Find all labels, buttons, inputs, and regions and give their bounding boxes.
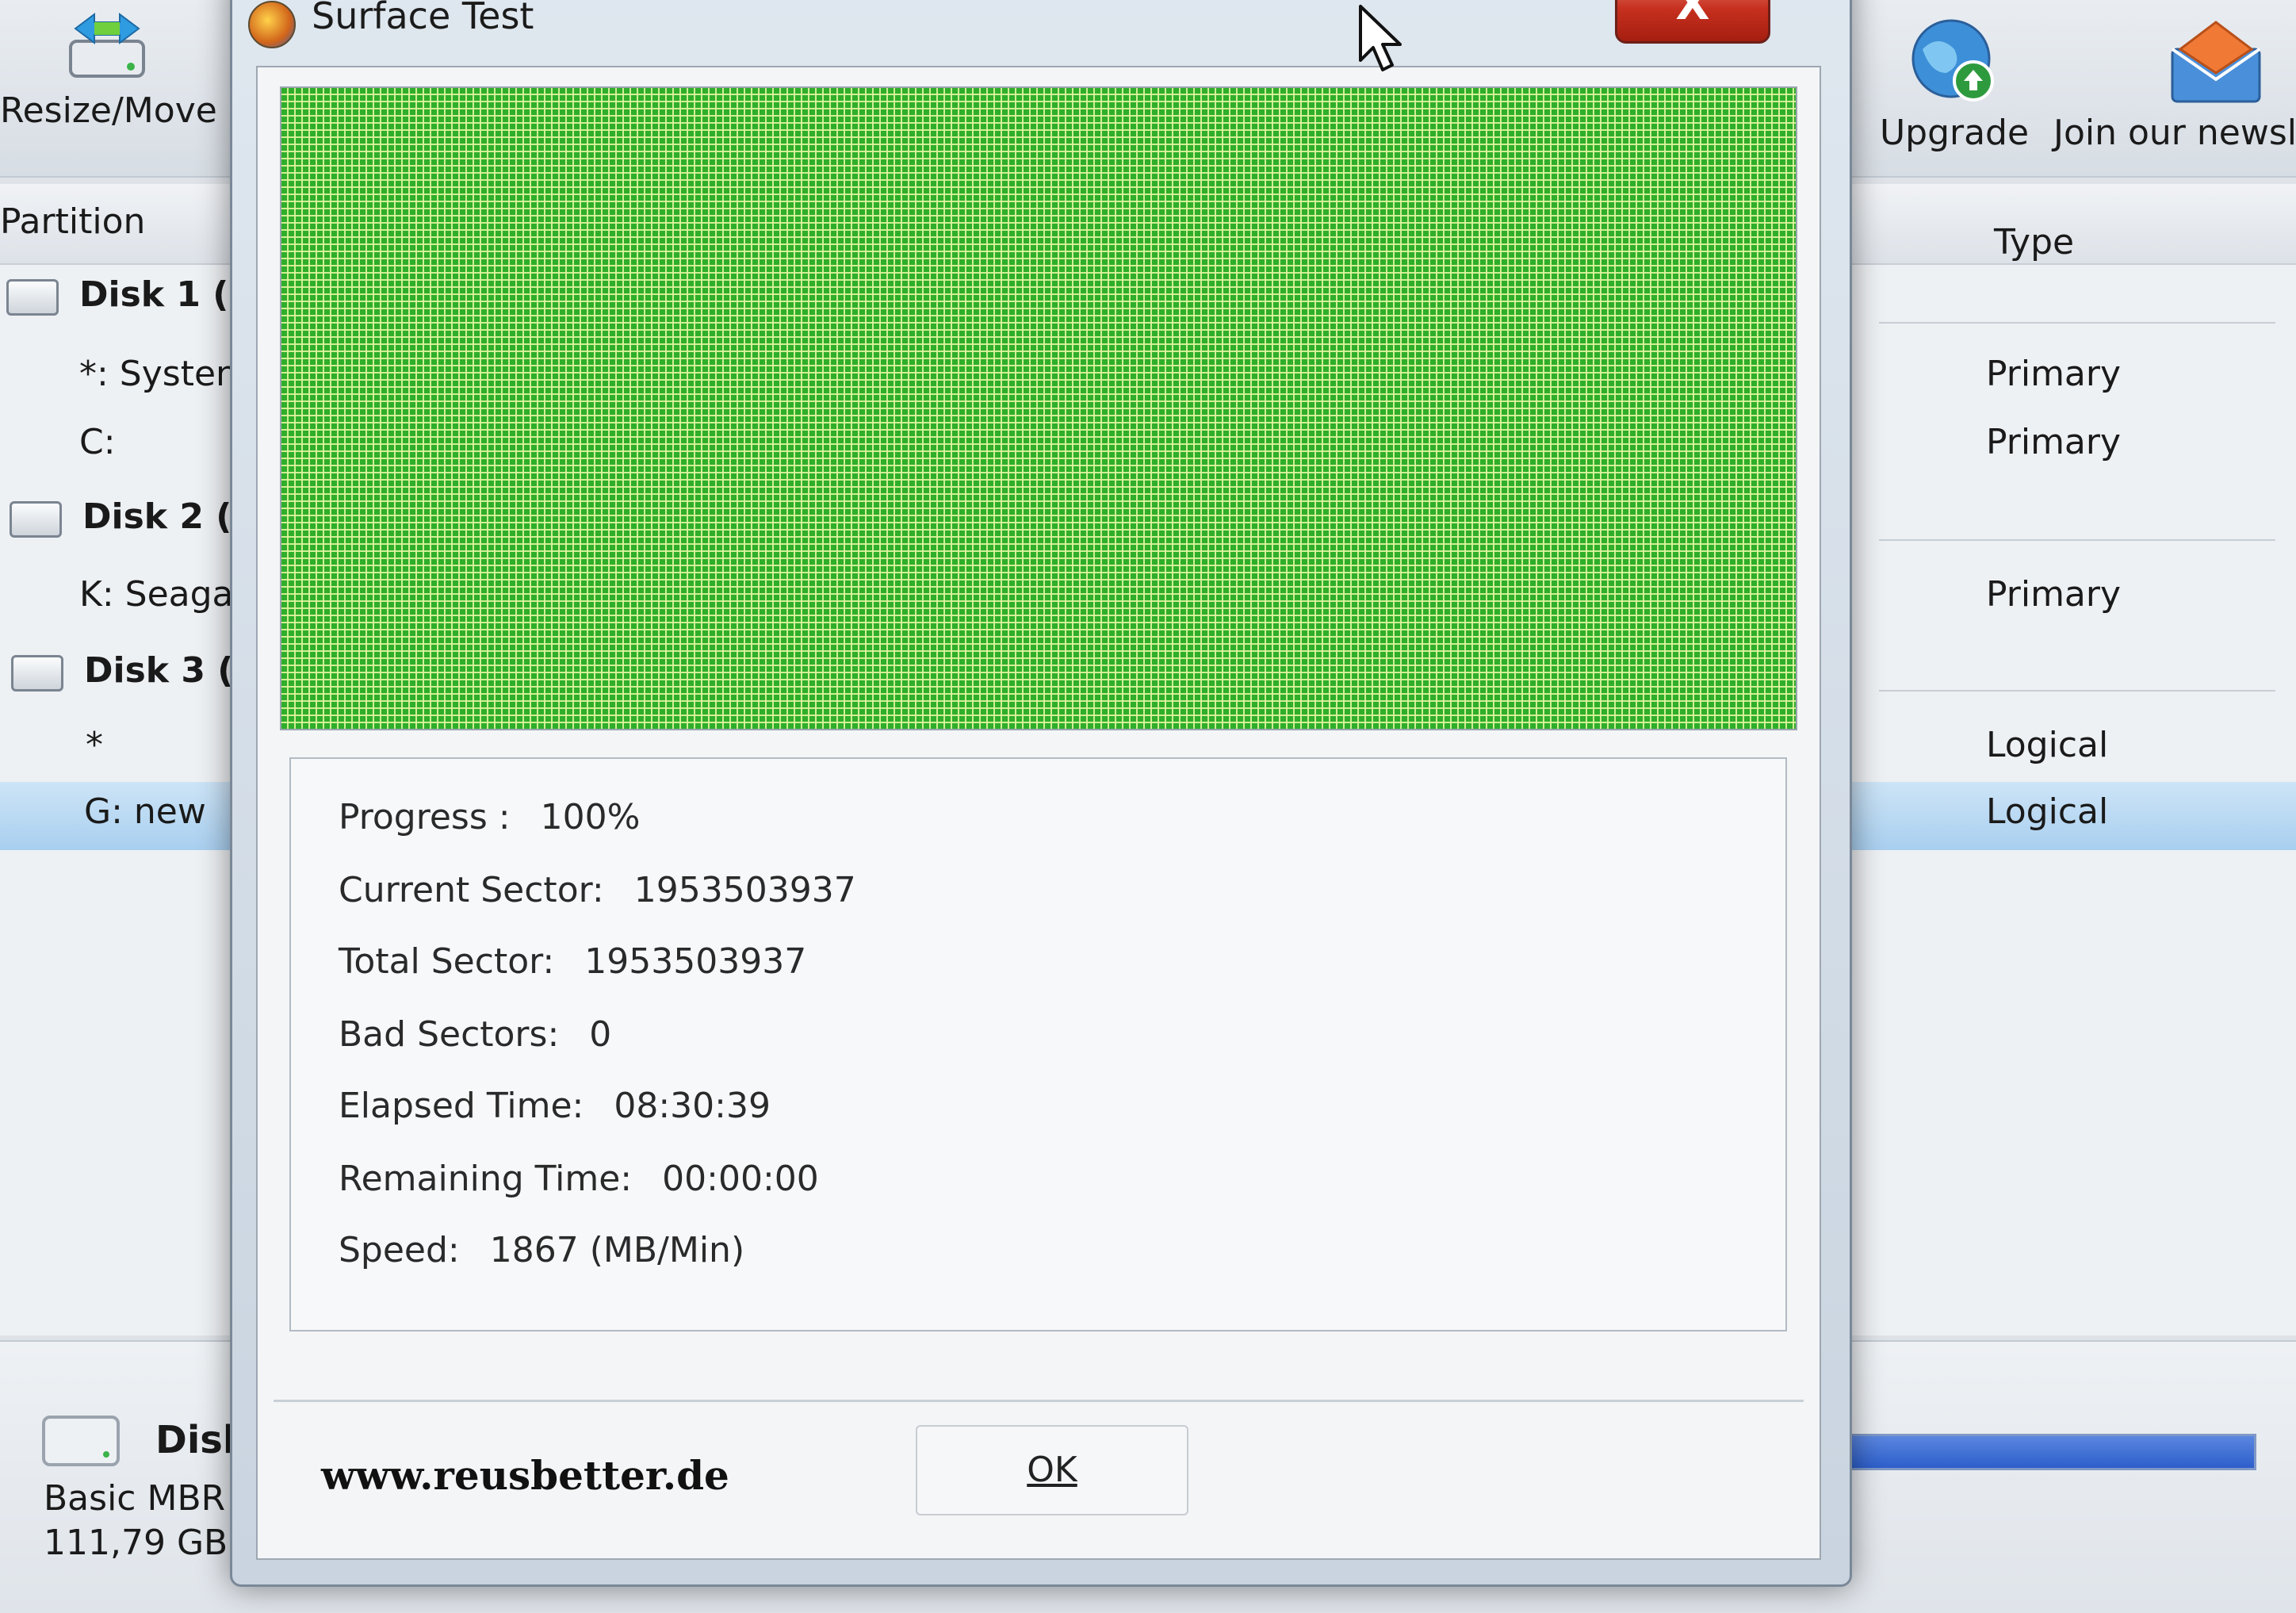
stat-value: 1953503937 (584, 941, 807, 982)
row-type: Logical (1986, 725, 2109, 765)
disk-size: 111,79 GB (44, 1523, 228, 1563)
newsletter-button[interactable]: Join our newsle (2053, 17, 2296, 153)
partition-usage-bar[interactable] (1847, 1434, 2256, 1470)
row-name: *: Systen (79, 354, 238, 394)
row-type: Primary (1986, 422, 2122, 462)
stat-value: 0 (589, 1014, 612, 1055)
partition-usage-fill (1850, 1436, 2254, 1468)
stat-label: Elapsed Time: (339, 1086, 584, 1126)
stat-speed: Speed: 1867 (MB/Min) (339, 1230, 744, 1270)
newsletter-envelope-icon (2171, 21, 2261, 103)
stats-panel: Progress : 100% Current Sector: 1953503937… (289, 757, 1787, 1331)
row-name: Disk 2 ( (82, 496, 232, 537)
stat-total-sector: Total Sector: 1953503937 (339, 941, 806, 982)
row-name: * (86, 725, 103, 765)
stat-value: 1953503937 (633, 870, 856, 910)
ok-button[interactable]: OK (916, 1425, 1188, 1515)
row-name: Disk 3 ( (84, 650, 234, 691)
dialog-title: Surface Test (312, 0, 534, 37)
row-type: Logical (1986, 791, 2109, 832)
stat-elapsed-time: Elapsed Time: 08:30:39 (339, 1086, 771, 1126)
hard-disk-icon (10, 501, 62, 538)
stat-label: Current Sector: (339, 870, 604, 910)
stat-label: Remaining Time: (339, 1159, 633, 1199)
stat-value: 00:00:00 (662, 1159, 819, 1199)
hard-disk-icon (11, 655, 63, 692)
hard-disk-icon (6, 279, 59, 316)
row-divider (1879, 322, 2275, 324)
disk-type: Basic MBR (44, 1478, 226, 1519)
stat-label: Speed: (339, 1230, 460, 1270)
close-button[interactable]: X (1615, 0, 1770, 44)
resize-move-label: Resize/Move (0, 90, 217, 131)
stat-value: 08:30:39 (614, 1086, 771, 1126)
surface-block-map (280, 86, 1797, 730)
app-logo-icon (248, 1, 296, 48)
newsletter-label: Join our newsle (2053, 113, 2296, 153)
column-header-type[interactable]: Type (1994, 222, 2074, 262)
stat-label: Bad Sectors: (339, 1014, 560, 1055)
row-name: C: (79, 422, 116, 462)
stat-bad-sectors: Bad Sectors: 0 (339, 1014, 611, 1055)
row-name: K: Seaga (79, 574, 234, 615)
row-name: G: new (84, 791, 206, 832)
row-name: Disk 1 ( (79, 274, 229, 315)
button-area-divider (274, 1400, 1804, 1402)
stat-value: 100% (540, 797, 641, 837)
stat-remaining-time: Remaining Time: 00:00:00 (339, 1159, 819, 1199)
resize-move-icon (69, 13, 145, 78)
dialog-titlebar[interactable]: Surface Test X (232, 0, 1850, 58)
stat-label: Progress : (339, 797, 511, 837)
watermark-text: www.reusbetter.de (321, 1452, 729, 1499)
resize-move-button[interactable]: Resize/Move (0, 6, 217, 131)
stat-value: 1867 (MB/Min) (489, 1230, 745, 1270)
stat-current-sector: Current Sector: 1953503937 (339, 870, 856, 910)
upgrade-label: Upgrade (1879, 113, 2030, 153)
upgrade-globe-icon (1911, 19, 1994, 102)
stat-progress: Progress : 100% (339, 797, 640, 837)
dialog-body: Progress : 100% Current Sector: 1953503937… (256, 66, 1821, 1560)
upgrade-button[interactable]: Upgrade (1879, 17, 2030, 153)
row-type: Primary (1986, 354, 2122, 394)
row-type: Primary (1986, 574, 2122, 615)
hard-disk-icon (42, 1416, 120, 1466)
column-header-partition[interactable]: Partition (0, 201, 145, 242)
stat-label: Total Sector: (339, 941, 555, 982)
surface-test-dialog: Surface Test X Progress : 100% Current Se… (230, 0, 1852, 1587)
mouse-cursor-icon (1359, 5, 1402, 71)
